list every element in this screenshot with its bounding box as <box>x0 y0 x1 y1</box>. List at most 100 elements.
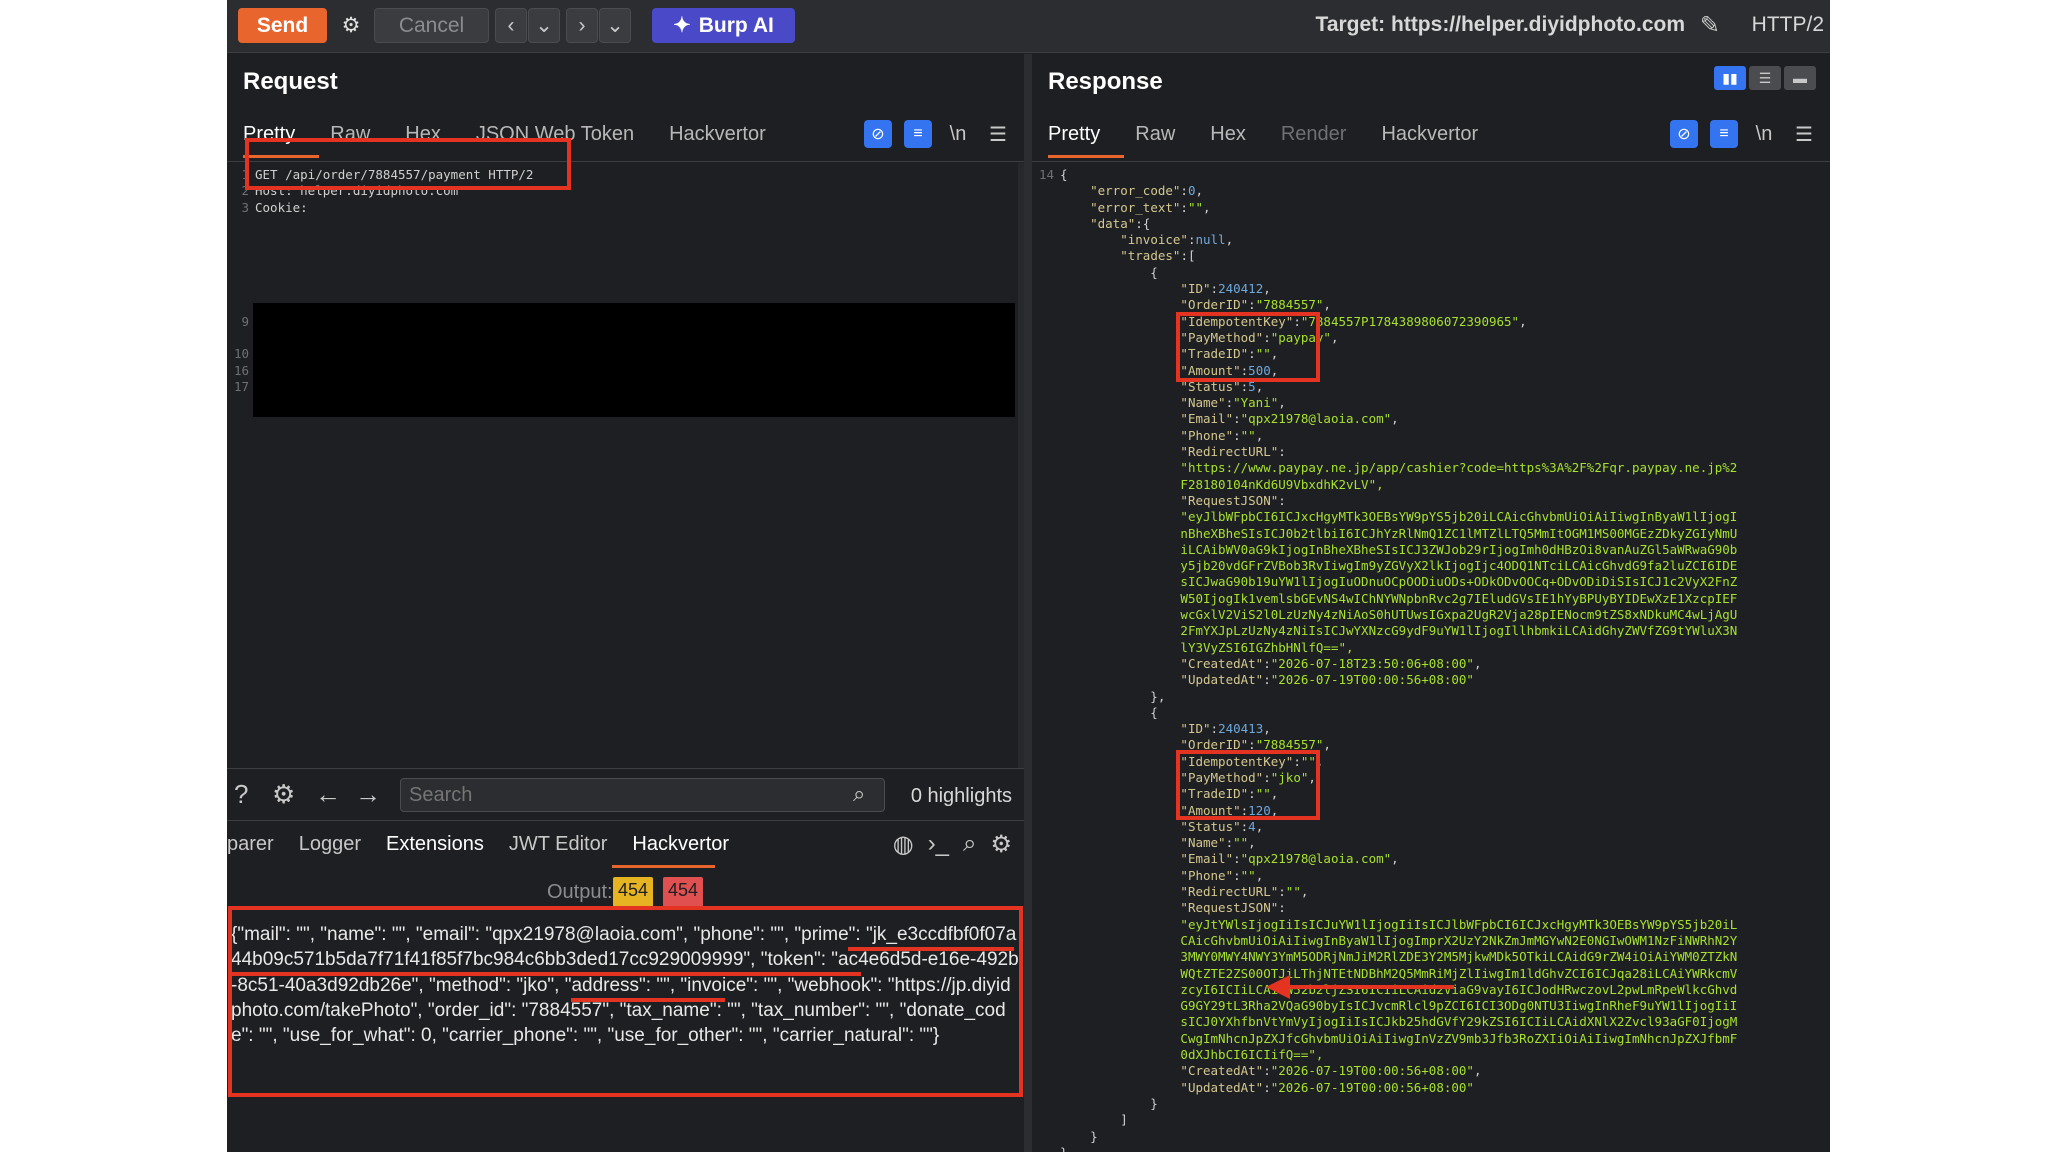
send-button[interactable]: Send <box>238 8 327 43</box>
response-menu-icon[interactable]: ☰ <box>1790 122 1818 147</box>
data-close: } <box>1060 1128 1098 1144</box>
json-field-error_text: "error_text":"", <box>1090 199 1211 215</box>
json-field-updatedat: "UpdatedAt":"2026-07-19T00:00:56+08:00" <box>1180 672 1474 688</box>
json-field-amount: "Amount":120, <box>1180 802 1279 818</box>
request-search-bar: ? ⚙ ← → ⌕ 0 highlights <box>227 768 1024 820</box>
layout-tabs-icon[interactable]: ▬ <box>1784 66 1816 90</box>
output-length-badge-alt: 454 <box>663 877 704 907</box>
json-string-continuation: y5jb20vdGFrZVBob3RvIiwgIm9yZGVyX2lkIjogI… <box>1180 558 1738 574</box>
tool-tab-hackvertor[interactable]: Hackvertor <box>632 833 729 856</box>
show-newlines-toggle[interactable]: \n <box>944 123 972 146</box>
json-field-status: "Status":5, <box>1180 378 1264 394</box>
json-string-continuation: 0dXJhbCI6ICIifQ==", <box>1180 1047 1324 1063</box>
annotation-arrow-head <box>1266 975 1290 999</box>
burp-ai-label: Burp AI <box>698 13 774 37</box>
tool-tab-active-indicator <box>612 865 715 868</box>
response-hide-nonprinting-eye-slash-icon[interactable]: ⊘ <box>1670 120 1698 148</box>
json-field-updatedat: "UpdatedAt":"2026-07-19T00:00:56+08:00" <box>1180 1079 1474 1095</box>
next-match-arrow-icon[interactable]: → <box>355 779 381 810</box>
json-field-requestjson: "RequestJSON": <box>1180 492 1286 508</box>
http-version-label[interactable]: HTTP/2 <box>1752 13 1824 37</box>
response-tab-pretty[interactable]: Pretty <box>1048 123 1100 155</box>
json-string-continuation: 2FmYXJpLzUzNy4zNiIsICJwYXNzcG9ydF9uYW1lI… <box>1180 623 1738 639</box>
forward-arrow-icon[interactable]: › <box>566 8 598 43</box>
hide-nonprinting-eye-slash-icon[interactable]: ⊘ <box>864 120 892 148</box>
json-field-tradeid: "TradeID":"", <box>1180 346 1279 362</box>
request-editor[interactable]: 1 2 3 9 10 16 17 GET /api/order/7884557/… <box>227 163 1024 769</box>
target-url: Target: https://helper.diyidphoto.com <box>1315 13 1685 36</box>
response-tabs-separator <box>1032 161 1830 162</box>
response-active-tab-indicator <box>1048 155 1124 158</box>
json-string-continuation: CwgImNhcnJpZXJfcGhvbmUiOiAiIiwgInVzZV9mb… <box>1180 1030 1738 1046</box>
burp-ai-button[interactable]: ✦ Burp AI <box>652 8 795 43</box>
json-field-createdat: "CreatedAt":"2026-07-19T00:00:56+08:00", <box>1180 1063 1482 1079</box>
layout-stacked-icon[interactable]: ☰ <box>1749 66 1781 90</box>
request-tab-hackvertor[interactable]: Hackvertor <box>669 123 766 155</box>
json-string-continuation: sICJ0YXhfbnVtYmVyIjogIiIsICJkb25hdGVfY29… <box>1180 1014 1738 1030</box>
response-json-body[interactable]: { "error_code":0, "error_text":"", "data… <box>1060 167 1737 1152</box>
json-string-continuation: sICJwaG90b19uYW1lIjogIuODnuOCpOODiuODs+O… <box>1180 574 1738 590</box>
request-pane: Request Pretty Raw Hex JSON Web Token Ha… <box>227 54 1024 1152</box>
globe-icon[interactable]: ◍ <box>893 830 914 859</box>
response-editor-controls: ⊘ ≡ \n ☰ <box>1670 120 1818 148</box>
response-wrap-lines-icon[interactable]: ≡ <box>1710 120 1738 148</box>
layout-side-by-side-icon[interactable]: ▮▮ <box>1714 66 1746 90</box>
response-tab-render[interactable]: Render <box>1281 123 1347 155</box>
response-tab-raw[interactable]: Raw <box>1135 123 1175 155</box>
json-string-continuation: iLCAibWV0aG9kIjogInBheXBheSIsICJ3ZWJob29… <box>1180 541 1738 557</box>
response-tabs: Pretty Raw Hex Render Hackvertor <box>1048 123 1513 155</box>
pane-divider[interactable] <box>1024 54 1032 1152</box>
request-line-numbers: 1 2 3 9 10 16 17 <box>233 167 249 394</box>
response-line-numbers: 14 <box>1038 167 1054 182</box>
annotation-box-request-line <box>245 138 571 190</box>
json-field-data: "data":{ <box>1090 215 1151 231</box>
json-field-name: "Name":"Yani", <box>1180 395 1286 411</box>
hackvertor-tools: ◍ ›_ ⌕ ⚙ <box>893 830 1012 859</box>
json-string-continuation: nBheXBheSIsICJ0b2tlbiI6ICJhYzRlNmQ1ZC1lM… <box>1180 525 1738 541</box>
tool-tab-comparer[interactable]: parer <box>227 833 274 856</box>
json-field-id: "ID":240412, <box>1180 281 1271 297</box>
json-field-amount: "Amount":500, <box>1180 362 1279 378</box>
repeater-toolbar: Send ⚙ Cancel ‹ ⌄ › ⌄ ✦ Burp AI Target: … <box>227 0 1830 53</box>
response-tab-hackvertor[interactable]: Hackvertor <box>1381 123 1478 155</box>
settings-gear-icon[interactable]: ⚙ <box>333 8 369 43</box>
back-history-chevron-down-icon[interactable]: ⌄ <box>528 8 560 43</box>
back-arrow-icon[interactable]: ‹ <box>495 8 527 43</box>
response-tab-hex[interactable]: Hex <box>1210 123 1246 155</box>
search-settings-gear-icon[interactable]: ⚙ <box>272 779 295 810</box>
tool-tab-extensions[interactable]: Extensions <box>386 833 484 856</box>
wrap-lines-icon[interactable]: ≡ <box>904 120 932 148</box>
search-input[interactable] <box>400 778 885 812</box>
forward-history-chevron-down-icon[interactable]: ⌄ <box>599 8 631 43</box>
response-editor[interactable]: 14 { "error_code":0, "error_text":"", "d… <box>1032 163 1830 1152</box>
hackvertor-search-icon[interactable]: ⌕ <box>963 830 976 859</box>
tool-tab-jwt-editor[interactable]: JWT Editor <box>509 833 608 856</box>
layout-toggle: ▮▮ ☰ ▬ <box>1714 66 1816 90</box>
json-field-error_code: "error_code":0, <box>1090 183 1204 199</box>
json-field-redirecturl: "RedirectURL": <box>1180 444 1286 460</box>
annotation-box-trade1-method <box>1176 312 1320 382</box>
json-field-orderid: "OrderID":"7884557", <box>1180 297 1331 313</box>
cancel-button[interactable]: Cancel <box>374 8 489 43</box>
json-field-phone: "Phone":"", <box>1180 867 1264 883</box>
json-string-continuation: WQtZTE2ZS00OTJiLThjNTEtNDBhM2Q5MmRiMjZlI… <box>1180 965 1738 981</box>
response-show-newlines-toggle[interactable]: \n <box>1750 123 1778 146</box>
json-field-invoice: "invoice":null, <box>1120 232 1234 248</box>
json-string-continuation: wcGxlV2ViS2l0LzUzNy4zNiAoS0hUTUwsIGxpa2U… <box>1180 607 1738 623</box>
hackvertor-settings-gear-icon[interactable]: ⚙ <box>990 830 1012 859</box>
search-icon[interactable]: ⌕ <box>853 781 865 807</box>
previous-match-arrow-icon[interactable]: ← <box>315 779 341 810</box>
annotation-underline-method <box>571 998 725 1002</box>
trade-open: { <box>1060 704 1158 720</box>
json-field-paymethod: "PayMethod":"paypay", <box>1180 329 1339 345</box>
output-length-badge: 454 <box>613 877 654 907</box>
edit-target-pencil-icon[interactable]: ✎ <box>1700 11 1720 40</box>
request-menu-icon[interactable]: ☰ <box>984 122 1012 147</box>
trade-open: { <box>1060 264 1158 280</box>
output-label: Output: <box>547 881 613 903</box>
annotation-underline-prime-value <box>231 972 861 976</box>
tool-tab-logger[interactable]: Logger <box>299 833 361 856</box>
terminal-icon[interactable]: ›_ <box>928 830 949 859</box>
json-field-status: "Status":4, <box>1180 818 1264 834</box>
help-question-icon[interactable]: ? <box>234 779 248 810</box>
